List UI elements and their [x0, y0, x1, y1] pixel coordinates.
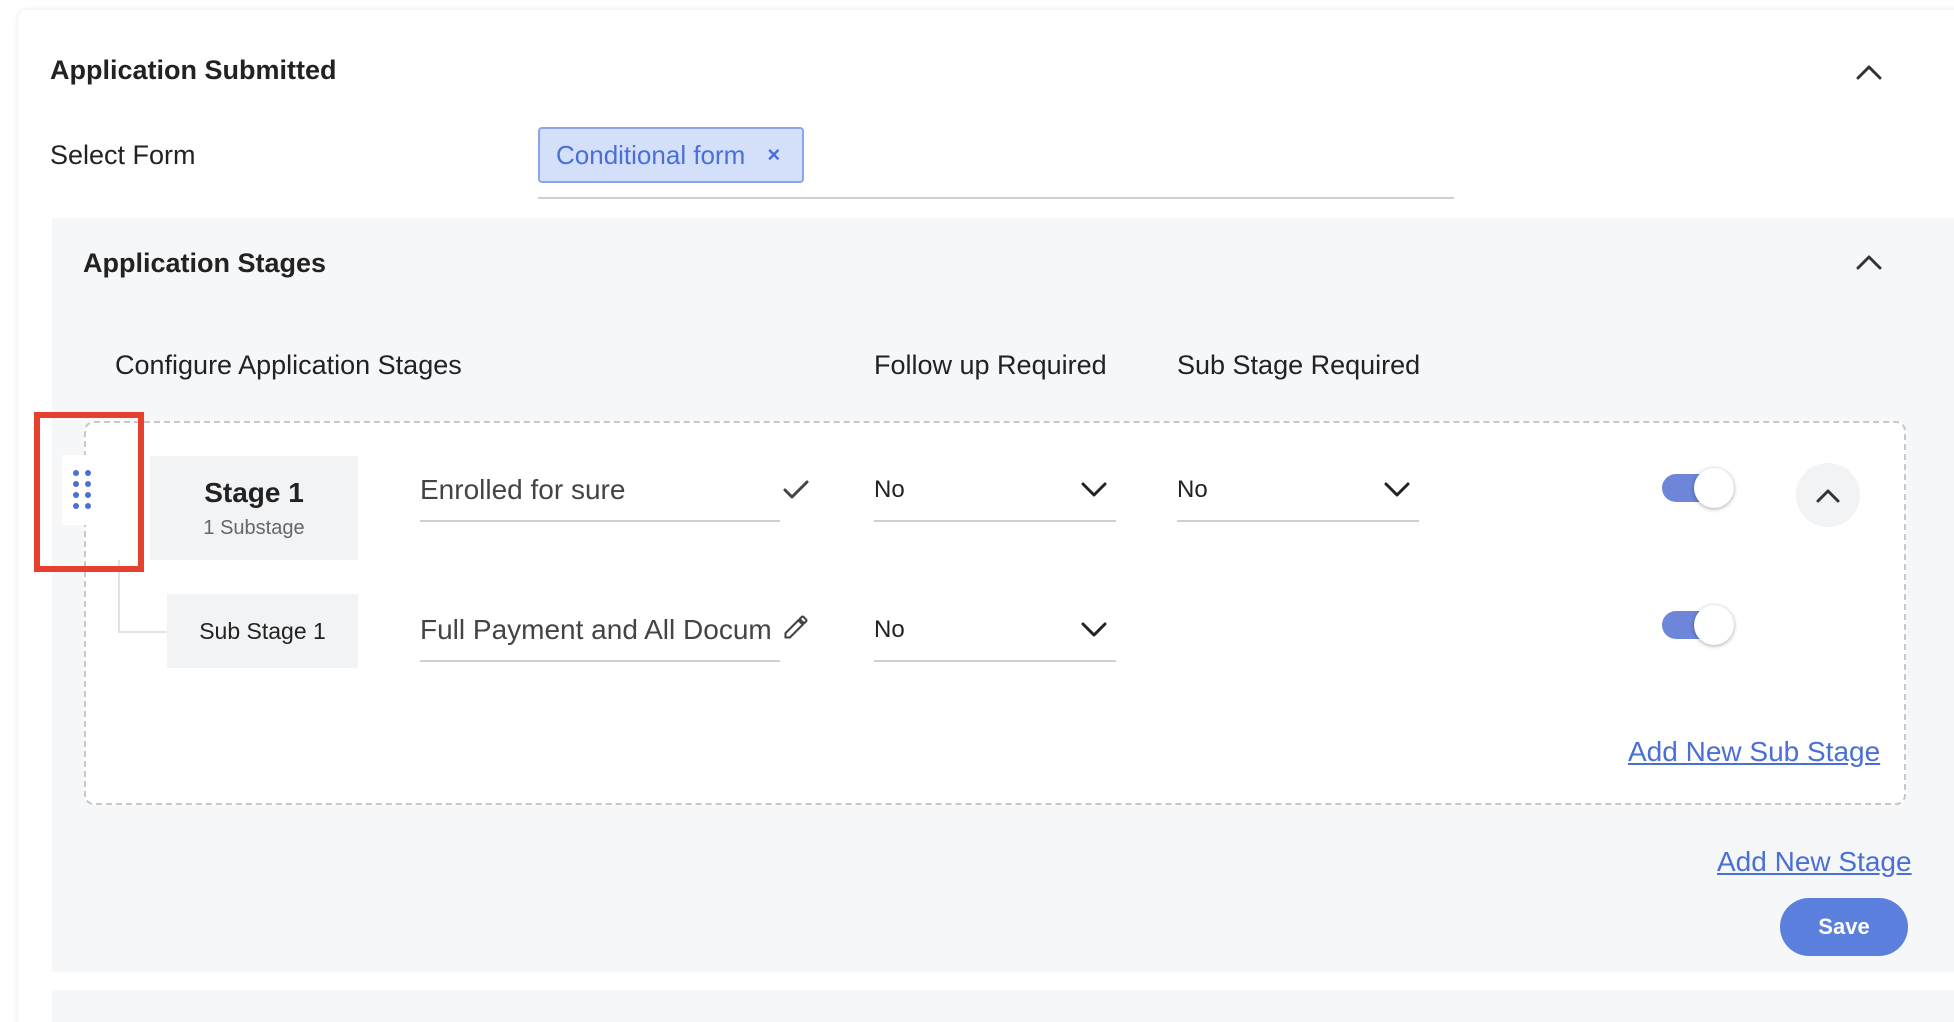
substage-follow-up-value: No	[874, 616, 905, 643]
chip-label: Conditional form	[556, 139, 746, 170]
chip-remove-icon[interactable]: ×	[767, 144, 780, 166]
pencil-icon	[784, 615, 808, 639]
stage-sub-stage-required-value: No	[1177, 476, 1208, 503]
stage-follow-up-select[interactable]: No	[874, 460, 1116, 522]
stages-panel-title: Application Stages	[83, 248, 327, 278]
chevron-down-icon	[1384, 482, 1410, 497]
column-header-sub-stage: Sub Stage Required	[1177, 350, 1421, 380]
stage-label-value: Enrolled for sure	[420, 474, 626, 505]
chevron-up-icon	[1856, 255, 1882, 270]
substage-enabled-toggle[interactable]	[1662, 605, 1734, 645]
stage-label-confirm-button[interactable]	[780, 474, 812, 506]
drag-handle-icon	[73, 470, 91, 509]
substage-badge: Sub Stage 1	[167, 594, 358, 668]
form-field-underline	[538, 197, 1454, 199]
column-header-configure: Configure Application Stages	[115, 350, 462, 380]
add-new-sub-stage-link[interactable]: Add New Sub Stage	[1628, 736, 1880, 768]
substage-label-edit-button[interactable]	[780, 611, 812, 643]
stage-drag-handle[interactable]	[62, 455, 102, 525]
select-form-label: Select Form	[50, 140, 196, 170]
save-button[interactable]: Save	[1780, 898, 1908, 956]
tree-connector-vertical	[118, 560, 120, 632]
next-section-strip	[52, 990, 1954, 1022]
substage-count: 1 Substage	[203, 516, 305, 539]
check-icon	[783, 480, 809, 499]
stage-sub-stage-required-select[interactable]: No	[1177, 460, 1419, 522]
collapse-section-button[interactable]	[1849, 52, 1889, 92]
chevron-up-icon	[1856, 65, 1882, 80]
substage-label-value: Full Payment and All Docum	[420, 614, 772, 645]
selected-form-chip[interactable]: Conditional form ×	[538, 127, 804, 183]
stage-enabled-toggle[interactable]	[1662, 468, 1734, 508]
collapse-stage-button[interactable]	[1796, 463, 1860, 527]
section-title: Application Submitted	[50, 55, 337, 85]
substage-label-field[interactable]: Full Payment and All Docum	[420, 600, 780, 662]
column-header-follow-up: Follow up Required	[874, 350, 1107, 380]
stage-follow-up-value: No	[874, 476, 905, 503]
chevron-down-icon	[1081, 622, 1107, 637]
add-new-stage-link[interactable]: Add New Stage	[1717, 846, 1912, 878]
stage-name: Stage 1	[204, 476, 304, 508]
substage-follow-up-select[interactable]: No	[874, 600, 1116, 662]
stage-label-field[interactable]: Enrolled for sure	[420, 460, 780, 522]
stage-badge: Stage 1 1 Substage	[150, 456, 358, 560]
chevron-down-icon	[1081, 482, 1107, 497]
toggle-knob	[1694, 605, 1734, 645]
toggle-knob	[1694, 468, 1734, 508]
chevron-up-icon	[1816, 489, 1840, 502]
tree-connector-horizontal	[118, 631, 168, 633]
collapse-stages-button[interactable]	[1849, 242, 1889, 282]
